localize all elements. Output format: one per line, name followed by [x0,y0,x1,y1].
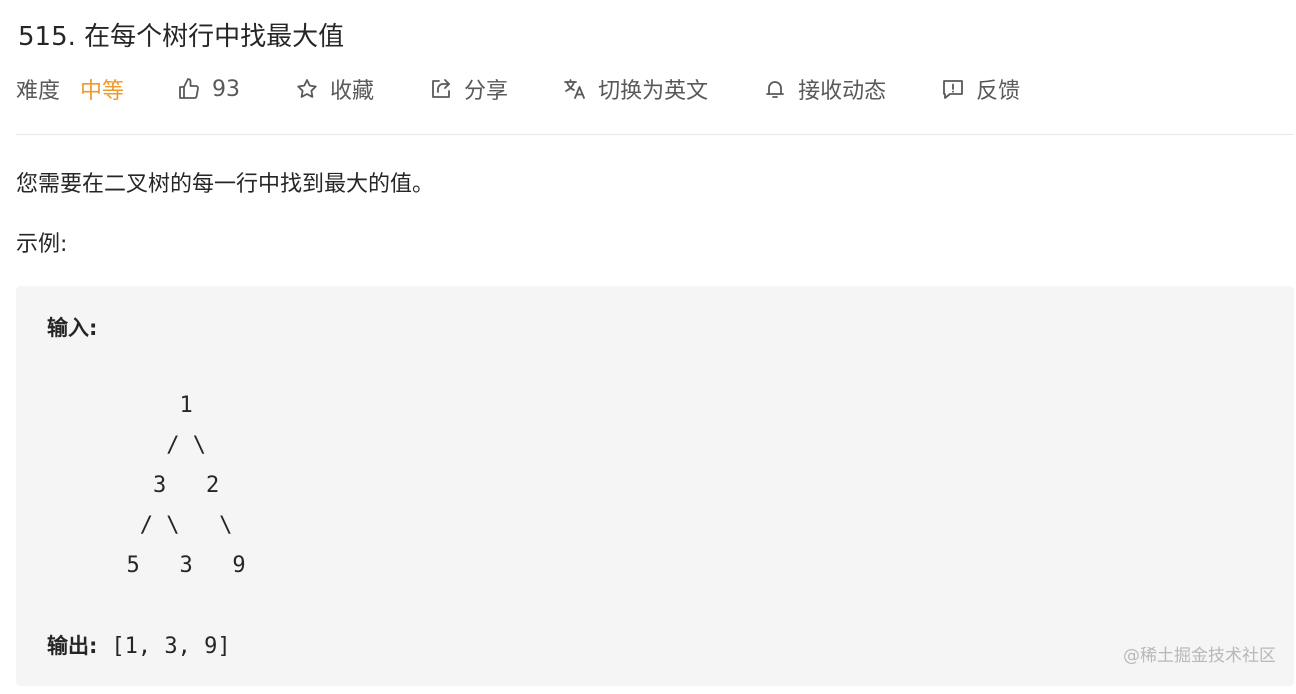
feedback-button[interactable]: 反馈 [940,73,1020,105]
thumbs-up-icon [176,76,202,102]
share-icon [428,76,454,102]
difficulty-label: 难度 [16,79,61,104]
problem-page: 515. 在每个树行中找最大值 难度 中等 93 收藏 分享 切换为英文 接收动… [16,0,1294,694]
feedback-label: 反馈 [976,79,1021,104]
problem-description: 您需要在二叉树的每一行中找到最大的值。 [16,172,435,197]
input-label: 输入: [47,316,98,340]
share-label: 分享 [464,79,509,104]
example-heading: 示例: [16,232,68,257]
difficulty: 难度 中等 [16,73,124,105]
watermark: @稀土掘金技术社区 [1123,646,1276,666]
output-line: 输出: [1, 3, 9] [47,630,231,660]
favorite-label: 收藏 [330,79,375,104]
like-count: 93 [212,76,241,102]
bell-icon [762,76,788,102]
translate-button[interactable]: 切换为英文 [562,73,708,105]
subscribe-label: 接收动态 [798,79,887,104]
tree-line: 5 3 9 [47,553,246,578]
output-label: 输出: [47,634,98,658]
like-button[interactable]: 93 [176,76,240,102]
tree-line: / \ \ [47,513,233,538]
output-value: [1, 3, 9] [111,634,231,659]
problem-meta-bar: 难度 中等 93 收藏 分享 切换为英文 接收动态 反馈 [16,70,1020,108]
tree-line: / \ [47,433,206,458]
subscribe-button[interactable]: 接收动态 [762,73,886,105]
header-divider [16,134,1294,135]
favorite-button[interactable]: 收藏 [294,73,374,105]
feedback-icon [940,76,966,102]
translate-label: 切换为英文 [598,79,709,104]
star-icon [294,76,320,102]
translate-icon [562,76,588,102]
share-button[interactable]: 分享 [428,73,508,105]
problem-title: 515. 在每个树行中找最大值 [18,22,345,52]
tree-line: 1 [47,393,193,418]
example-code-block: 输入: 1 / \ 3 2 / \ \ 5 3 9 输出: [1, 3, 9] … [16,286,1294,686]
difficulty-value: 中等 [80,79,125,104]
binary-tree-diagram: 1 / \ 3 2 / \ \ 5 3 9 [47,386,246,586]
tree-line: 3 2 [47,473,220,498]
